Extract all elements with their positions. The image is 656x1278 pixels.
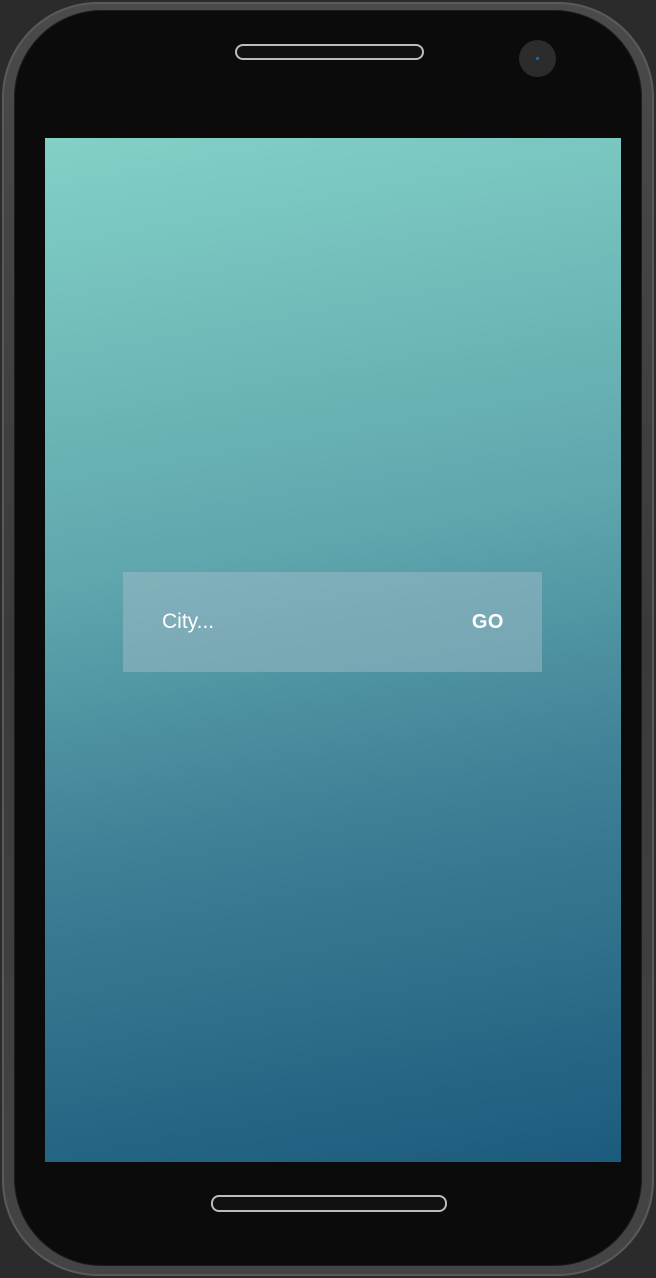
camera-lens: [536, 57, 539, 60]
front-camera: [519, 40, 556, 77]
earpiece-speaker: [235, 44, 424, 60]
city-input[interactable]: [162, 602, 472, 642]
app-screen: GO: [45, 138, 621, 1162]
city-search-bar: GO: [123, 572, 542, 672]
bottom-speaker: [211, 1195, 447, 1212]
go-button[interactable]: GO: [472, 611, 504, 634]
